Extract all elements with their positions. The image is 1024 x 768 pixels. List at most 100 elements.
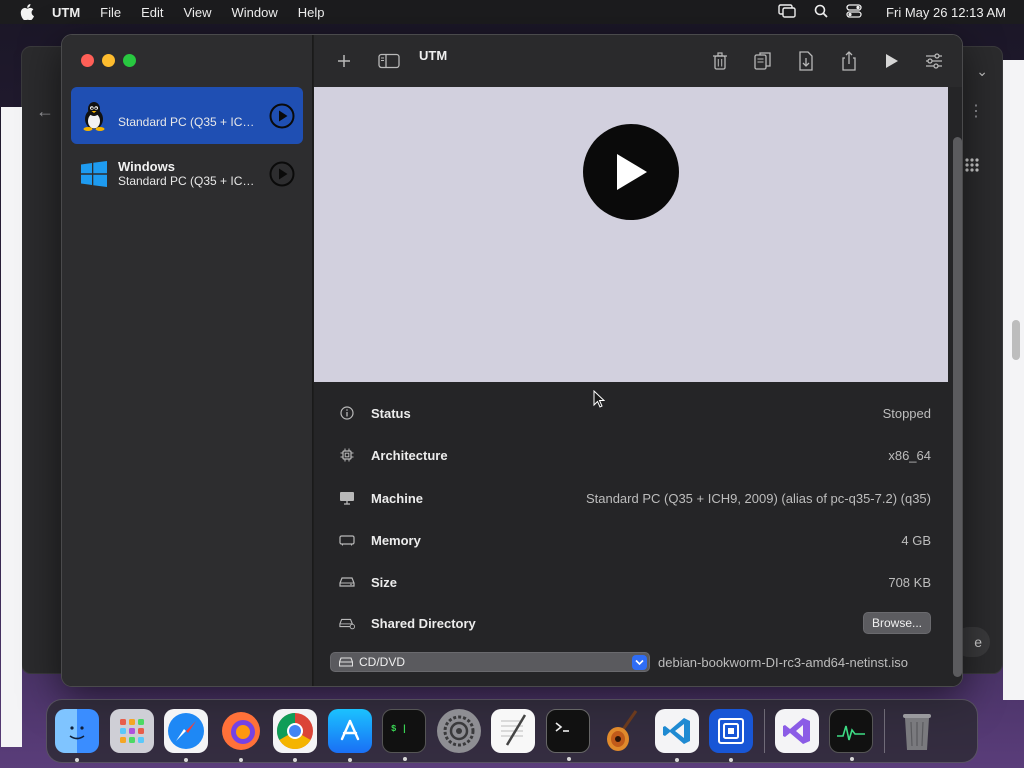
vm-subtitle: Standard PC (Q35 + ICH...: [118, 115, 258, 129]
settings-sliders-icon[interactable]: [922, 49, 946, 73]
detail-value: 4 GB: [901, 532, 931, 548]
background-right-edge: [1003, 60, 1024, 700]
detail-row-status: Status Stopped: [331, 400, 931, 426]
cd-dvd-row: CD/DVD debian-bookworm-DI-rc3-amd64-neti…: [330, 651, 935, 673]
detail-label: Architecture: [371, 447, 448, 463]
detail-row-machine: Machine Standard PC (Q35 + ICH9, 2009) (…: [331, 485, 931, 511]
download-vm-icon[interactable]: [794, 49, 818, 73]
menu-bar: UTM File Edit View Window Help Fri May 2…: [0, 0, 1024, 24]
run-vm-icon[interactable]: [880, 49, 904, 73]
menu-app-name[interactable]: UTM: [52, 5, 80, 20]
details-scrollbar[interactable]: [953, 137, 962, 677]
background-scrollbar[interactable]: [1012, 320, 1020, 360]
vm-list-item-windows[interactable]: Windows Standard PC (Q35 + ICH...: [71, 145, 303, 202]
zoom-window-button[interactable]: [123, 54, 136, 67]
chrome-icon[interactable]: [273, 709, 317, 762]
cd-dvd-select-value: CD/DVD: [359, 655, 406, 669]
vm-name: Windows: [118, 158, 175, 174]
trash-icon[interactable]: [895, 709, 939, 753]
vm-list-item-linux[interactable]: Standard PC (Q35 + ICH...: [71, 87, 303, 144]
safari-icon[interactable]: [164, 709, 208, 762]
detail-label: Memory: [371, 532, 421, 548]
shared-drive-icon: [339, 615, 355, 631]
detail-row-shared-directory: Shared Directory Browse...: [331, 610, 931, 636]
close-window-button[interactable]: [81, 54, 94, 67]
start-vm-big-play-button[interactable]: [583, 123, 679, 220]
visual-studio-icon[interactable]: [774, 709, 819, 753]
background-white-edge: [1, 107, 22, 747]
detail-value: Stopped: [882, 405, 931, 421]
iso-file-path: debian-bookworm-DI-rc3-amd64-netinst.iso: [658, 654, 908, 670]
firefox-icon[interactable]: [219, 709, 263, 762]
textedit-icon[interactable]: [491, 709, 535, 753]
clone-vm-icon[interactable]: [751, 49, 775, 73]
vm-sidebar: Standard PC (Q35 + ICH... Windows Standa…: [62, 35, 313, 686]
memory-icon: [339, 532, 355, 548]
window-toolbar: UTM: [314, 35, 962, 87]
detail-value: Standard PC (Q35 + ICH9, 2009) (alias of…: [585, 490, 931, 506]
detail-value: x86_64: [888, 447, 931, 463]
system-settings-icon[interactable]: [436, 709, 481, 753]
cpu-icon: [339, 447, 355, 463]
detail-label: Size: [371, 574, 398, 590]
terminal-green-icon[interactable]: $ |: [382, 709, 426, 761]
more-vertical-icon[interactable]: ⋮: [968, 101, 984, 121]
info-icon: [339, 405, 355, 421]
dock-separator: [883, 709, 885, 753]
dock-separator: [763, 709, 765, 753]
detail-label: Status: [371, 405, 411, 421]
utm-window: Standard PC (Q35 + ICH... Windows Standa…: [61, 34, 963, 687]
app-store-icon[interactable]: [327, 709, 372, 762]
detail-label: Machine: [371, 490, 424, 506]
chevron-down-icon: [632, 655, 647, 670]
cd-dvd-select[interactable]: CD/DVD: [330, 652, 650, 672]
detail-row-memory: Memory 4 GB: [331, 527, 931, 553]
activity-monitor-icon[interactable]: [829, 709, 873, 761]
display-icon: [339, 490, 355, 506]
garageband-icon[interactable]: [600, 709, 644, 753]
detail-row-size: Size 708 KB: [331, 569, 931, 595]
delete-vm-icon[interactable]: [708, 49, 732, 73]
vscode-icon[interactable]: [654, 709, 699, 762]
detail-value: 708 KB: [888, 574, 931, 590]
minimize-window-button[interactable]: [102, 54, 115, 67]
vm-play-button[interactable]: [269, 103, 295, 129]
windows-logo-icon: [79, 159, 109, 189]
toggle-sidebar-icon[interactable]: [377, 49, 401, 73]
vm-play-button[interactable]: [269, 161, 295, 187]
background-pill-text: e: [974, 634, 982, 650]
dock: $ |: [46, 699, 978, 763]
detail-row-architecture: Architecture x86_64: [331, 442, 931, 468]
browse-shared-directory-button[interactable]: Browse...: [862, 612, 931, 634]
window-title: UTM: [419, 47, 448, 63]
vm-preview-area: [314, 87, 948, 382]
menu-help[interactable]: Help: [298, 5, 325, 20]
chevron-down-icon[interactable]: ⌄: [976, 63, 988, 80]
apps-grid-icon[interactable]: [964, 157, 980, 173]
launchpad-icon[interactable]: [109, 709, 154, 753]
terminal-icon[interactable]: [545, 709, 590, 761]
apple-menu-icon[interactable]: [20, 4, 36, 20]
back-arrow-icon[interactable]: ←: [36, 101, 54, 122]
menu-window[interactable]: Window: [231, 5, 277, 20]
utm-icon[interactable]: [709, 709, 753, 762]
linux-tux-icon: [79, 101, 109, 131]
menu-bar-clock[interactable]: Fri May 26 12:13 AM: [886, 5, 1006, 20]
vm-details-pane: Status Stopped Architecture x86_64 Machi…: [314, 87, 962, 686]
menu-edit[interactable]: Edit: [141, 5, 163, 20]
mouse-cursor-icon: [593, 389, 606, 413]
disc-drive-icon: [339, 657, 353, 667]
vm-subtitle: Standard PC (Q35 + ICH...: [118, 173, 258, 188]
share-icon[interactable]: [837, 49, 861, 73]
finder-icon[interactable]: [55, 709, 99, 762]
add-vm-icon[interactable]: [332, 49, 356, 73]
drive-icon: [339, 574, 355, 590]
screen-mirroring-icon[interactable]: [778, 3, 796, 21]
svg-text:$ |: $ |: [391, 724, 407, 734]
spotlight-search-icon[interactable]: [814, 4, 828, 21]
control-center-icon[interactable]: [846, 3, 862, 21]
detail-label: Shared Directory: [371, 615, 476, 631]
window-controls: [81, 54, 136, 67]
menu-view[interactable]: View: [184, 5, 212, 20]
menu-file[interactable]: File: [100, 5, 121, 20]
